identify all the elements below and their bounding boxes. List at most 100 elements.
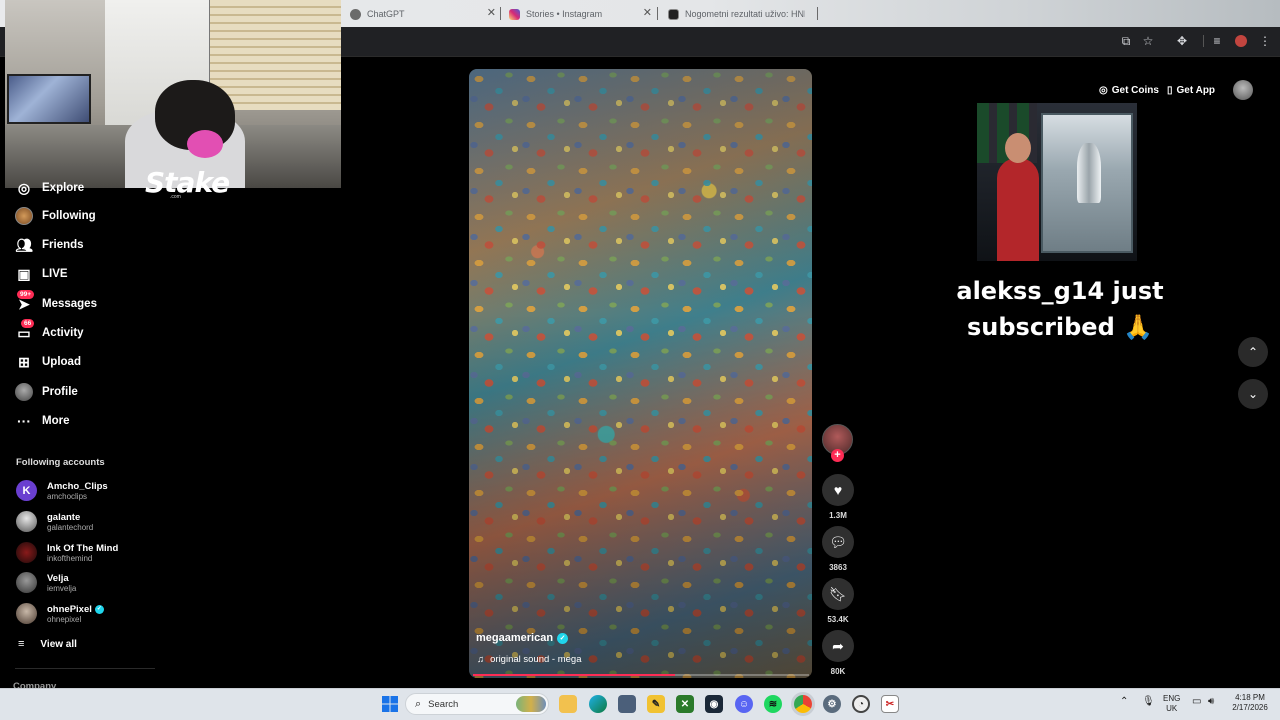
tray-overflow-icon[interactable]: ⌃: [1120, 697, 1128, 707]
profile-avatar-icon[interactable]: [1234, 34, 1248, 48]
compass-icon: ◎: [17, 179, 31, 196]
share-button[interactable]: ➦: [822, 630, 854, 662]
account-name: Ink Of The Mind: [47, 542, 119, 554]
file-explorer-icon[interactable]: [559, 695, 577, 713]
reading-list-icon[interactable]: ≡: [1210, 34, 1224, 48]
obs-icon[interactable]: ◔: [852, 695, 870, 713]
sidebar-item-live[interactable]: ▣ LIVE: [15, 265, 68, 283]
sidebar-item-label: LIVE: [42, 268, 68, 280]
activity-icon: ▭ 66: [15, 319, 35, 342]
video-progress-bar[interactable]: [473, 674, 809, 676]
video-author[interactable]: megaamerican ✓: [476, 632, 569, 644]
following-account-galante[interactable]: galante galantechord: [16, 511, 93, 532]
tab-title: Stories • Instagram: [526, 9, 603, 19]
browser-menu-icon[interactable]: ⋮: [1258, 34, 1272, 48]
windows-taskbar: [0, 688, 1280, 720]
install-app-icon[interactable]: ⧉: [1119, 34, 1133, 48]
search-highlight-icon: [516, 696, 546, 712]
store-icon[interactable]: [618, 695, 636, 713]
bookmark-icon: 🔖︎: [829, 585, 847, 602]
edge-browser-icon[interactable]: [589, 695, 607, 713]
close-tab-icon[interactable]: ✕: [487, 6, 496, 19]
livescore-icon: [668, 8, 679, 20]
more-icon: ···: [17, 413, 31, 429]
get-app-button[interactable]: ▯ Get App: [1167, 80, 1215, 100]
chrome-icon[interactable]: [794, 695, 812, 713]
video-player[interactable]: [469, 69, 812, 678]
sidebar-item-profile[interactable]: Profile: [15, 383, 78, 401]
following-account-inkofthemind[interactable]: Ink Of The Mind inkofthemind: [16, 542, 118, 563]
account-handle: galantechord: [47, 522, 94, 532]
avatar: K: [16, 480, 37, 501]
following-account-ohnepixel[interactable]: ohnePixel ✓ ohnepixel: [16, 603, 104, 624]
microphone-icon[interactable]: 🎙︎: [1142, 697, 1155, 707]
chevron-down-icon: ⌄: [1247, 387, 1259, 401]
tab-livescore[interactable]: Nogometni rezultati uživo: HNL: [668, 5, 811, 23]
webcam-microphone: [187, 130, 223, 158]
account-handle: inkofthemind: [47, 553, 93, 563]
activity-badge: 66: [21, 319, 35, 328]
windows-start-icon[interactable]: [381, 695, 399, 713]
following-account-velja[interactable]: Velja iemvelja: [16, 572, 76, 593]
sidebar-item-label: Explore: [42, 182, 85, 194]
sidebar-item-explore[interactable]: ◎ Explore: [15, 179, 84, 197]
sidebar-item-upload[interactable]: ⊞ Upload: [15, 353, 81, 371]
sidebar-item-activity[interactable]: ▭ 66 Activity: [15, 319, 84, 342]
save-count: 53.4K: [827, 615, 849, 624]
get-coins-button[interactable]: ◎ Get Coins: [1099, 80, 1159, 100]
following-account-amcho[interactable]: K Amcho_Clips amchoclips: [16, 480, 108, 501]
sidebar-item-following[interactable]: Following: [15, 207, 96, 225]
clock[interactable]: 4:18 PM 2/17/2026: [1226, 693, 1274, 713]
following-accounts-title: Following accounts: [16, 457, 105, 468]
notes-icon[interactable]: ✎: [647, 695, 665, 713]
follow-plus-icon[interactable]: +: [831, 449, 844, 462]
comment-count: 3863: [829, 563, 847, 572]
sidebar-item-messages[interactable]: ➤ 99+ Messages: [15, 290, 97, 313]
clock-time: 4:18 PM: [1235, 693, 1265, 702]
chatgpt-icon: [350, 8, 361, 20]
video-sound[interactable]: ♫ original sound - mega: [477, 654, 581, 665]
webcam-overlay: [5, 0, 341, 188]
previous-video-button[interactable]: ⌃: [1238, 337, 1268, 367]
tab-title: ChatGPT: [367, 9, 405, 19]
tab-separator: [500, 7, 501, 20]
snipping-tool-icon[interactable]: ✂: [881, 695, 899, 713]
webcam-monitor: [7, 74, 91, 124]
following-avatar-icon: [15, 207, 33, 225]
account-name: Amcho_Clips: [47, 480, 108, 492]
language-indicator[interactable]: ENG UK: [1163, 694, 1180, 714]
minecraft-icon[interactable]: ✕: [676, 695, 694, 713]
view-all-button[interactable]: ≡ View all: [18, 638, 77, 650]
settings-icon[interactable]: ⚙: [823, 695, 841, 713]
clock-date: 2/17/2026: [1232, 703, 1268, 712]
chevron-up-icon: ⌃: [1247, 345, 1259, 359]
comment-button[interactable]: 💬︎: [822, 526, 854, 558]
steam-icon[interactable]: ◉: [705, 695, 723, 713]
tab-instagram[interactable]: Stories • Instagram ✕: [509, 5, 652, 23]
tab-title: Nogometni rezultati uživo: HNL: [685, 9, 805, 19]
video-progress-fill: [473, 674, 675, 676]
extensions-icon[interactable]: ✥: [1175, 34, 1189, 48]
like-button[interactable]: ♥: [822, 474, 854, 506]
verified-badge-icon: ✓: [557, 632, 569, 644]
phone-icon: ▯: [1167, 84, 1173, 96]
messages-icon: ➤ 99+: [15, 290, 35, 313]
sidebar-item-label: More: [42, 415, 70, 427]
network-icon[interactable]: ▭: [1192, 697, 1201, 707]
get-coins-label: Get Coins: [1111, 84, 1159, 96]
close-tab-icon[interactable]: ✕: [643, 6, 652, 19]
user-avatar[interactable]: [1233, 80, 1253, 100]
next-video-button[interactable]: ⌄: [1238, 379, 1268, 409]
alert-image-person-head: [1005, 133, 1031, 163]
discord-icon[interactable]: ☺: [735, 695, 753, 713]
avatar: [16, 572, 37, 593]
bookmark-star-icon[interactable]: ☆: [1141, 34, 1155, 48]
volume-icon[interactable]: 🔊︎: [1208, 697, 1214, 707]
taskbar-search-input[interactable]: ⌕ Search: [405, 693, 549, 715]
tab-separator: [657, 7, 658, 20]
spotify-icon[interactable]: ≋: [764, 695, 782, 713]
sidebar-item-friends[interactable]: 👥︎ Friends: [15, 236, 83, 254]
tab-chatgpt[interactable]: ChatGPT ✕: [350, 5, 496, 23]
sidebar-item-more[interactable]: ··· More: [15, 412, 69, 430]
save-button[interactable]: 🔖︎: [822, 578, 854, 610]
